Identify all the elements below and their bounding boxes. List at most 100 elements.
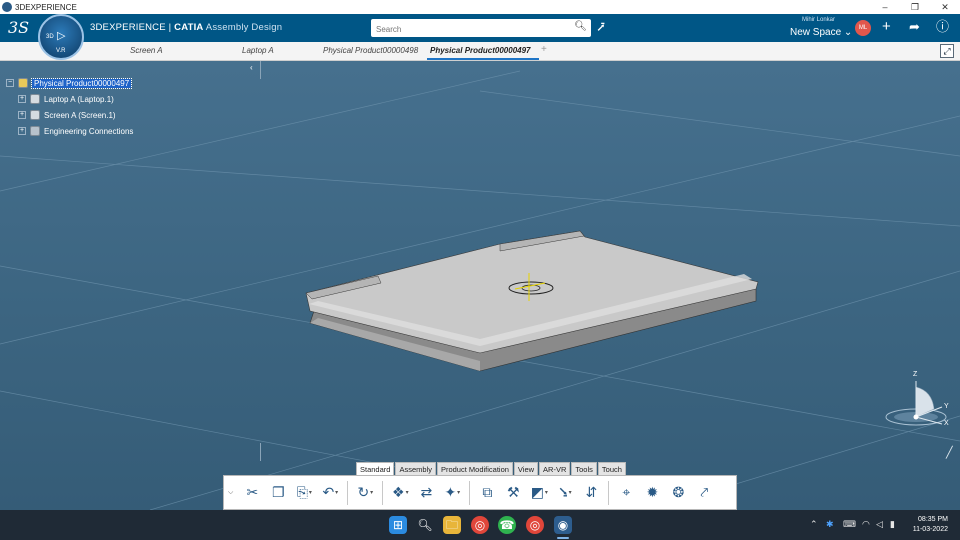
collapse-icon[interactable]: − [6,79,14,87]
toolbar-tab-standard[interactable]: Standard [356,462,395,475]
toolbar-tab-view[interactable]: View [513,462,539,475]
part-icon [30,110,40,120]
toolbar-tab-ar-vr[interactable]: AR-VR [539,462,571,475]
avatar[interactable]: ML [855,20,871,36]
whatsapp-icon[interactable]: ☎ [498,516,516,534]
laptop-model[interactable] [305,230,759,372]
compass-axis-icon[interactable]: ⭸ [555,483,575,503]
replace-icon[interactable]: ⇄ [416,483,436,503]
toolbar-tab-product-modification[interactable]: Product Modification [436,462,513,475]
tag-icon[interactable]: ⭷ [597,19,605,41]
tree-node-laptop[interactable]: + Laptop A (Laptop.1) [18,93,114,105]
axis-x-label: X [944,420,949,427]
tab-physical-product-497[interactable]: Physical Product00000497 [430,46,531,55]
toolbar-separator [608,480,610,505]
tree-label-connections: Engineering Connections [44,126,134,136]
window-title-bar: 3DEXPERIENCE – ❐ ✕ [0,0,960,14]
compass-version: V.R [56,48,66,54]
expand-node-icon[interactable]: + [18,127,26,135]
insert-product-icon[interactable]: ❖ [390,483,410,503]
chrome-icon[interactable]: ◎ [471,516,489,534]
battery-icon[interactable]: ▮ [890,519,895,530]
space-selector[interactable]: New Space ⌄ [790,27,852,38]
expand-node-icon[interactable]: + [18,111,26,119]
publish-icon[interactable]: ⤤ [694,483,714,503]
toolbar-separator [469,480,471,505]
search-input[interactable] [371,20,561,39]
part-icon [30,94,40,104]
measure-icon[interactable]: ⌖ [616,483,636,503]
brand-app: Assembly Design [203,22,283,33]
tree-node-root[interactable]: − Physical Product00000497 [6,77,133,89]
close-button[interactable]: ✕ [930,0,960,14]
volume-icon[interactable]: ◁ [876,519,883,530]
taskbar-search-icon[interactable]: 🔍︎ [416,516,434,534]
tree-label-root: Physical Product00000497 [30,77,133,89]
engineering-connection-icon[interactable]: ⧉ [477,483,497,503]
window-title: 3DEXPERIENCE [15,2,77,12]
tree-node-screen[interactable]: + Screen A (Screen.1) [18,109,116,121]
chevron-down-icon: ⌄ [843,27,853,38]
tree-collapse-icon[interactable]: ‹ [250,63,253,72]
product-icon [18,78,28,88]
play-icon: ▷ [57,30,66,42]
keyboard-icon[interactable]: ⌨ [843,519,856,530]
active-app-indicator [557,537,569,539]
fix-icon[interactable]: ⚒ [503,483,523,503]
tab-laptop-a[interactable]: Laptop A [242,46,274,55]
system-clock[interactable]: 08:35 PM 11-03-2022 [913,515,948,535]
scene-canvas [0,70,960,510]
active-tab-indicator [427,58,539,60]
share-icon[interactable]: ➦ [909,18,920,36]
tree-label-screen: Screen A (Screen.1) [44,110,116,120]
manipulate-icon[interactable]: ⇵ [581,483,601,503]
paste-icon[interactable]: ⎘ [294,483,314,503]
toolbar-separator [347,480,349,505]
clock-date: 11-03-2022 [912,526,948,533]
expand-node-icon[interactable]: + [18,95,26,103]
search-icon[interactable]: 🔍︎ [574,21,587,32]
3dexperience-taskbar-icon[interactable]: ◉ [554,516,572,534]
brand-prefix: 3DEXPERIENCE [90,22,166,33]
tree-border [260,61,261,79]
maximize-button[interactable]: ❐ [900,0,930,14]
add-icon[interactable]: + [882,18,891,36]
app-header: 3S 3DEXPERIENCE | CATIA Assembly Design … [0,14,960,42]
tab-screen-a[interactable]: Screen A [130,46,163,55]
bluetooth-icon[interactable]: ✱ [826,519,834,530]
file-explorer-icon[interactable]: 🗀︎ [443,516,461,534]
toolbar-tab-assembly[interactable]: Assembly [395,462,436,475]
brand-product: CATIA [174,22,204,33]
compass-widget[interactable]: 3D ▷ V.R [38,14,84,60]
copy-icon[interactable]: ❐ [268,483,288,503]
update-icon[interactable]: ↻ [355,483,375,503]
3d-viewport[interactable]: Z Y X ╱ ‹ − Physical Product00000497 + L… [0,61,960,510]
toolbar-toggle-icon[interactable]: ⌵ [228,489,233,497]
help-icon[interactable]: ⓘ [936,18,949,36]
minimize-button[interactable]: – [870,0,900,14]
toolbar-tab-touch[interactable]: Touch [597,462,626,475]
toolbar-tab-tools[interactable]: Tools [571,462,597,475]
interference-icon[interactable]: ❂ [668,483,688,503]
panel-divider [260,443,261,461]
wifi-icon[interactable]: ◠ [862,519,870,530]
tree-label-laptop: Laptop A (Laptop.1) [44,94,114,104]
action-bar: ⌵ ✂ ❐ ⎘ ↶ ↻ ❖ ⇄ ✦ ⧉ ⚒ ◩ ⭸ ⇵ ⌖ ✹ ❂ ⤤ [223,475,737,510]
add-tab-icon[interactable]: + [541,44,547,55]
exploded-view-icon[interactable]: ✦ [442,483,462,503]
clash-icon[interactable]: ✹ [642,483,662,503]
axis-y-label: Y [944,403,949,410]
tree-node-connections[interactable]: + Engineering Connections [18,125,133,137]
tray-chevron-icon[interactable]: ⌃ [810,519,818,530]
pen-icon[interactable]: ╱ [946,446,953,459]
undo-icon[interactable]: ↶ [320,483,340,503]
start-icon[interactable]: ⊞ [389,516,407,534]
tab-physical-product-498[interactable]: Physical Product00000498 [323,46,418,55]
cut-icon[interactable]: ✂ [242,483,262,503]
expand-icon[interactable]: ⤢ [940,44,954,58]
space-label: New Space [790,27,842,38]
toolbar-tabs: Standard Assembly Product Modification V… [356,462,627,475]
section-icon[interactable]: ◩ [529,483,549,503]
chrome-profile-icon[interactable]: ◎ [526,516,544,534]
app-icon [2,2,12,12]
